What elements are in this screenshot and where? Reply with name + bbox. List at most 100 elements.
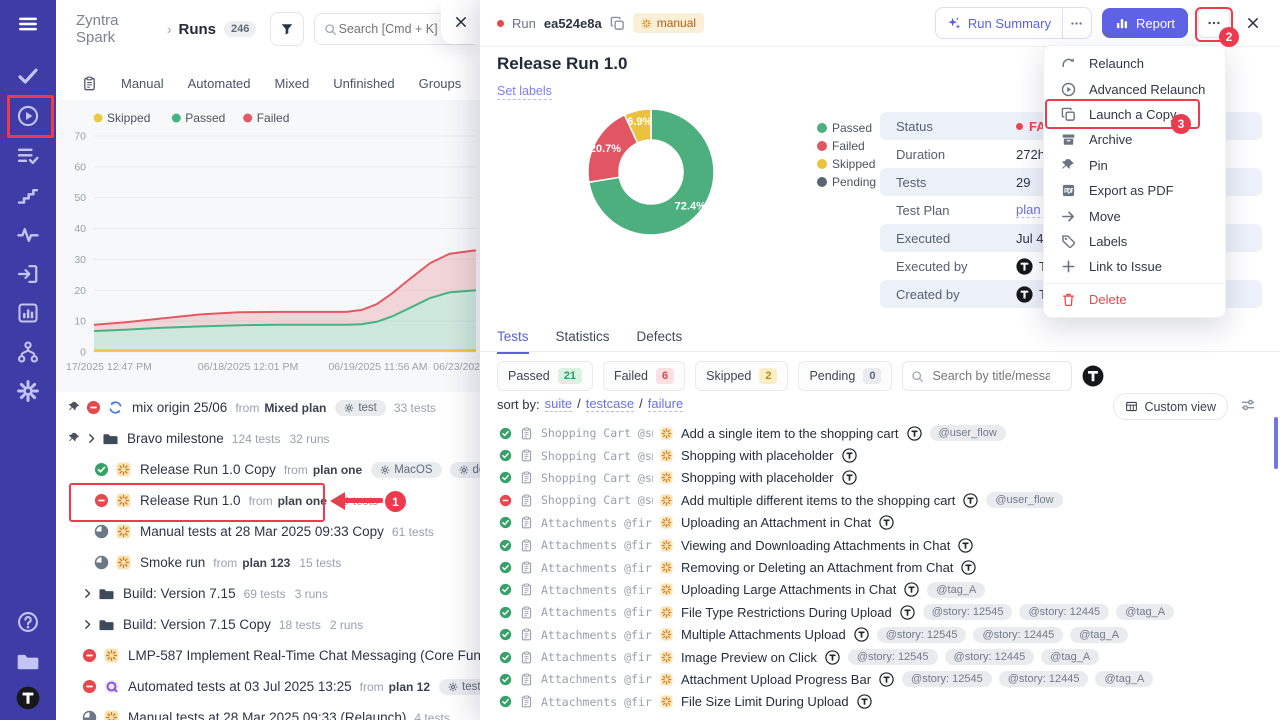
menu-item-move[interactable]: Move [1044, 203, 1225, 228]
test-title[interactable]: Multiple Attachments Upload [681, 627, 846, 642]
sort-by-testcase[interactable]: testcase [586, 396, 634, 412]
tab-manual[interactable]: Manual [121, 76, 164, 91]
test-row[interactable]: Attachments @firstFile Size Limit During… [480, 691, 1280, 713]
run-title[interactable]: Bravo milestone [127, 431, 224, 446]
run-tag[interactable]: dev [450, 462, 480, 478]
run-row[interactable]: Automated tests at 03 Jul 2025 13:25from… [56, 671, 480, 702]
run-title[interactable]: Automated tests at 03 Jul 2025 13:25 [128, 679, 352, 694]
run-row[interactable]: Release Run 1.0 Copyfromplan oneMacOSdev… [56, 454, 480, 485]
test-row[interactable]: Attachments @firstRemoving or Deleting a… [480, 556, 1280, 578]
test-title[interactable]: File Type Restrictions During Upload [681, 605, 892, 620]
filter-failed[interactable]: Failed6 [603, 361, 685, 391]
assignee-avatar[interactable] [1082, 365, 1104, 387]
menu-item-relaunch[interactable]: Relaunch [1044, 51, 1225, 76]
milestones-icon[interactable] [17, 184, 39, 206]
run-tag[interactable]: MacOS [371, 462, 441, 478]
menu-icon[interactable] [17, 13, 39, 35]
test-row[interactable]: Attachments @firstUploading Large Attach… [480, 579, 1280, 601]
breadcrumb-project[interactable]: Zyntra Spark [76, 12, 160, 46]
plan-name[interactable]: plan 12 [389, 680, 430, 694]
run-row[interactable]: Build: Version 7.15 Copy18 tests2 runs [56, 609, 480, 640]
test-title[interactable]: Add a single item to the shopping cart [681, 426, 899, 441]
test-row[interactable]: Shopping Cart @sm...Add a single item to… [480, 422, 1280, 444]
test-row[interactable]: Attachments @firstImage Preview on Click… [480, 646, 1280, 668]
test-row[interactable]: Shopping Cart @sm...Add multiple differe… [480, 489, 1280, 511]
tab-groups[interactable]: Groups [419, 76, 462, 91]
right-scrollbar[interactable] [1274, 417, 1278, 469]
run-summary-button[interactable]: Run Summary [935, 7, 1092, 39]
reports-icon[interactable] [17, 302, 39, 324]
filter-pending[interactable]: Pending0 [798, 361, 892, 391]
run-title[interactable]: LMP-587 Implement Real-Time Chat Messagi… [128, 648, 480, 663]
run-title[interactable]: Build: Version 7.15 [123, 586, 236, 601]
menu-item-archive[interactable]: Archive [1044, 127, 1225, 152]
run-title[interactable]: Smoke run [140, 555, 205, 570]
custom-view-button[interactable]: Custom view [1113, 393, 1228, 420]
run-row[interactable]: Smoke runfromplan 12315 tests [56, 547, 480, 578]
test-title[interactable]: Attachment Upload Progress Bar [681, 672, 871, 687]
run-title[interactable]: Release Run 1.0 [140, 493, 241, 508]
select-all-icon[interactable] [82, 76, 97, 91]
run-row[interactable]: LMP-587 Implement Real-Time Chat Messagi… [56, 640, 480, 671]
menu-item-pin[interactable]: Pin [1044, 153, 1225, 178]
search-input[interactable] [337, 21, 456, 37]
menu-item-delete[interactable]: Delete [1044, 287, 1225, 312]
run-summary-more-button[interactable] [1062, 8, 1091, 38]
filter-skipped[interactable]: Skipped2 [695, 361, 788, 391]
test-row[interactable]: Shopping Cart @sm...Shopping with placeh… [480, 444, 1280, 466]
t-logo-avatar[interactable] [16, 686, 40, 710]
test-row[interactable]: Attachments @firstFile Type Restrictions… [480, 601, 1280, 623]
run-row[interactable]: Build: Version 7.1569 tests3 runs [56, 578, 480, 609]
menu-item-export-as-pdf[interactable]: Export as PDF [1044, 178, 1225, 203]
tab-mixed[interactable]: Mixed [275, 76, 310, 91]
integrations-icon[interactable] [17, 341, 39, 363]
runs-icon[interactable] [17, 105, 39, 127]
test-title[interactable]: File Size Limit During Upload [681, 694, 849, 709]
run-row[interactable]: Manual tests at 28 Mar 2025 09:33 (Relau… [56, 702, 480, 720]
plans-icon[interactable] [17, 145, 39, 167]
menu-item-advanced-relaunch[interactable]: Advanced Relaunch [1044, 76, 1225, 101]
report-button[interactable]: Report [1102, 8, 1188, 38]
run-title[interactable]: mix origin 25/06 [132, 400, 227, 415]
settings-icon[interactable] [17, 380, 39, 402]
plan-name[interactable]: plan one [313, 463, 362, 477]
test-row[interactable]: Shopping Cart @sm...Shopping with placeh… [480, 467, 1280, 489]
tests-search-input[interactable] [930, 368, 1052, 384]
menu-item-launch-a-copy[interactable]: Launch a Copy [1044, 102, 1225, 127]
test-title[interactable]: Image Preview on Click [681, 650, 817, 665]
plan-name[interactable]: plan 123 [242, 556, 290, 570]
testcases-icon[interactable] [17, 65, 39, 87]
test-title[interactable]: Uploading an Attachment in Chat [681, 515, 871, 530]
test-title[interactable]: Removing or Deleting an Attachment from … [681, 560, 953, 575]
run-title[interactable]: Build: Version 7.15 Copy [123, 617, 271, 632]
test-row[interactable]: Attachments @firstMultiple Attachments U… [480, 624, 1280, 646]
sort-by-suite[interactable]: suite [545, 396, 572, 412]
sort-by-failure[interactable]: failure [648, 396, 683, 412]
close-run-button[interactable] [1240, 10, 1266, 36]
test-title[interactable]: Uploading Large Attachments in Chat [681, 582, 896, 597]
run-row[interactable]: Release Run 1.0fromplan one29 tests [56, 485, 480, 516]
plan-name[interactable]: Mixed plan [264, 401, 326, 415]
run-tag[interactable]: test [335, 400, 386, 416]
run-row[interactable]: mix origin 25/06fromMixed plantest33 tes… [56, 392, 480, 423]
run-row[interactable]: Manual tests at 28 Mar 2025 09:33 Copy61… [56, 516, 480, 547]
help-icon[interactable] [17, 611, 39, 633]
test-row[interactable]: Attachments @firstViewing and Downloadin… [480, 534, 1280, 556]
plan-name[interactable]: plan one [278, 494, 327, 508]
import-icon[interactable] [17, 263, 39, 285]
tab-unfinished[interactable]: Unfinished [333, 76, 394, 91]
activity-icon[interactable] [17, 224, 39, 246]
run-title[interactable]: Manual tests at 28 Mar 2025 09:33 Copy [140, 524, 384, 539]
view-settings-icon[interactable] [1240, 397, 1256, 413]
copy-run-id-icon[interactable] [610, 16, 625, 31]
projects-icon[interactable] [17, 650, 39, 672]
panel-close-button[interactable] [441, 0, 480, 44]
test-title[interactable]: Add multiple different items to the shop… [681, 493, 955, 508]
test-title[interactable]: Shopping with placeholder [681, 470, 834, 485]
run-row[interactable]: Bravo milestone124 tests32 runs [56, 423, 480, 454]
tests-search[interactable] [902, 361, 1072, 391]
run-title[interactable]: Manual tests at 28 Mar 2025 09:33 (Relau… [128, 710, 406, 720]
menu-item-labels[interactable]: Labels [1044, 229, 1225, 254]
test-row[interactable]: Attachments @firstAttachment Upload Prog… [480, 668, 1280, 690]
tab-automated[interactable]: Automated [188, 76, 251, 91]
